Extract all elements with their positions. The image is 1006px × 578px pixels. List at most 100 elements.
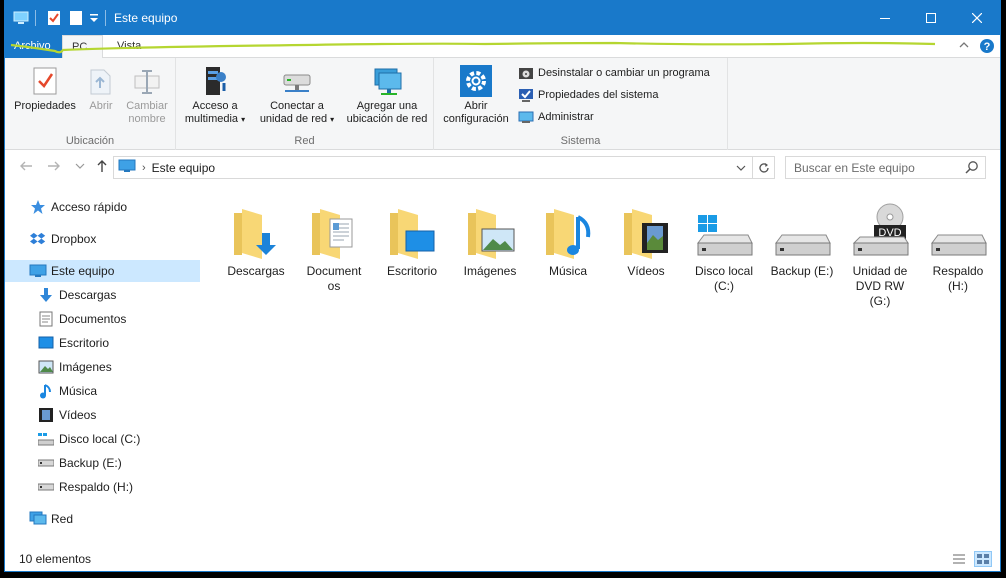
large-icons-view-icon [977,554,989,564]
pictures-folder-icon [451,197,529,261]
drive-icon [37,454,55,472]
sidebar-item-musica[interactable]: Música [5,380,200,402]
up-button[interactable] [93,159,111,177]
group-ubicacion: Propiedades Abrir Cambiar nombre Ubicaci… [5,58,176,150]
group-label-ubicacion: Ubicación [65,135,115,147]
sidebar-item-videos[interactable]: Vídeos [5,404,200,426]
up-arrow-icon [97,160,107,172]
sidebar-item-respaldo[interactable]: Respaldo (H:) [5,476,200,498]
refresh-button[interactable] [753,156,775,179]
sidebar-item-acceso-rapido[interactable]: Acceso rápido [5,196,200,218]
system-properties-icon [518,87,534,103]
tab-archivo[interactable]: Archivo [5,35,62,58]
close-button[interactable] [954,1,1000,35]
item-dvd-rw[interactable]: DVD Unidad de DVD RW (G:) [841,197,919,309]
item-respaldo[interactable]: Respaldo (H:) [919,197,997,294]
sidebar-item-disco-local[interactable]: Disco local (C:) [5,428,200,450]
settings-gear-icon [438,64,514,98]
maximize-button[interactable] [908,1,954,35]
network-drive-icon [254,64,340,98]
videos-folder-icon [607,197,685,261]
media-access-button[interactable]: Acceso a multimedia ▾ [181,64,249,126]
search-input[interactable]: Buscar en Este equipo [785,156,986,179]
add-network-location-button[interactable]: Agregar una ubicación de red [343,64,431,126]
map-network-drive-button[interactable]: Conectar a unidad de red ▾ [254,64,340,126]
drive-icon [763,197,841,261]
picture-icon [37,358,55,376]
breadcrumb-este-equipo[interactable]: Este equipo [152,161,215,175]
sidebar-item-dropbox[interactable]: Dropbox [5,228,200,250]
chevron-down-icon [75,163,85,169]
title-bar[interactable]: Este equipo [5,1,1000,35]
file-explorer-window: Este equipo Archivo PC Vista ? Propiedad… [4,0,1001,572]
address-bar[interactable]: › Este equipo [113,156,753,179]
group-sistema: Abrir configuración Desinstalar o cambia… [434,58,728,150]
item-backup[interactable]: Backup (E:) [763,197,841,279]
rename-button[interactable]: Cambiar nombre [121,64,173,126]
back-arrow-icon [20,161,32,171]
quick-access-properties-icon[interactable] [47,9,61,27]
item-musica[interactable]: Música [529,197,607,279]
star-icon [29,198,47,216]
collapse-ribbon-icon[interactable] [958,39,970,54]
item-documentos[interactable]: Document os [295,197,373,294]
svg-text:?: ? [984,41,991,53]
search-icon [965,160,979,177]
network-icon [29,510,47,528]
forward-button[interactable] [45,159,63,177]
item-count: 10 elementos [19,552,92,566]
tab-vista[interactable]: Vista [108,35,150,58]
uninstall-program-button[interactable]: Desinstalar o cambiar un programa [518,63,710,83]
open-button[interactable]: Abrir [85,64,117,113]
ribbon-tabs: Archivo PC Vista ? [5,35,1000,59]
navigation-bar: › Este equipo Buscar en Este equipo [5,150,1000,185]
window-title: Este equipo [114,11,178,25]
manage-button[interactable]: Administrar [518,107,594,127]
forward-arrow-icon [48,161,60,171]
open-icon [85,64,117,98]
open-settings-button[interactable]: Abrir configuración [438,64,514,126]
drive-icon [919,197,997,261]
sidebar-item-documentos[interactable]: Documentos [5,308,200,330]
sidebar-item-este-equipo[interactable]: Este equipo [5,260,200,282]
item-disco-local[interactable]: Disco local (C:) [685,197,763,294]
document-icon [37,310,55,328]
item-videos[interactable]: Vídeos [607,197,685,279]
rename-icon [121,64,173,98]
windows-drive-icon [37,430,55,448]
dvd-drive-icon: DVD [841,197,919,261]
help-icon[interactable]: ? [979,38,995,57]
address-history-button[interactable] [730,157,752,178]
large-icons-view-button[interactable] [974,551,992,567]
item-imagenes[interactable]: Imágenes [451,197,529,279]
minimize-button[interactable] [862,1,908,35]
sidebar-item-escritorio[interactable]: Escritorio [5,332,200,354]
quick-access-new-folder-icon[interactable] [69,9,83,27]
customize-toolbar-icon[interactable] [89,9,99,27]
sidebar-item-red[interactable]: Red [5,508,200,530]
details-view-icon [953,554,965,564]
chevron-down-icon [736,165,746,171]
recent-locations-button[interactable] [71,159,89,177]
properties-button[interactable]: Propiedades [11,64,79,113]
sidebar-item-imagenes[interactable]: Imágenes [5,356,200,378]
uninstall-icon [518,65,534,81]
sidebar-item-descargas[interactable]: Descargas [5,284,200,306]
computer-icon [13,9,29,27]
back-button[interactable] [17,159,35,177]
navigation-pane: Acceso rápido Dropbox Este equipo Descar… [5,185,205,543]
desktop-icon [37,334,55,352]
chevron-right-icon[interactable]: › [142,162,146,174]
music-icon [37,382,55,400]
sidebar-item-backup[interactable]: Backup (E:) [5,452,200,474]
details-view-button[interactable] [950,551,968,567]
group-red: Acceso a multimedia ▾ Conectar a unidad … [176,58,434,150]
refresh-icon [758,162,769,173]
tab-pc[interactable]: PC [62,35,103,59]
system-properties-button[interactable]: Propiedades del sistema [518,85,658,105]
item-escritorio[interactable]: Escritorio [373,197,451,279]
group-label-red: Red [294,135,315,147]
item-descargas[interactable]: Descargas [217,197,295,279]
group-label-sistema: Sistema [560,135,601,147]
downloads-folder-icon [217,197,295,261]
